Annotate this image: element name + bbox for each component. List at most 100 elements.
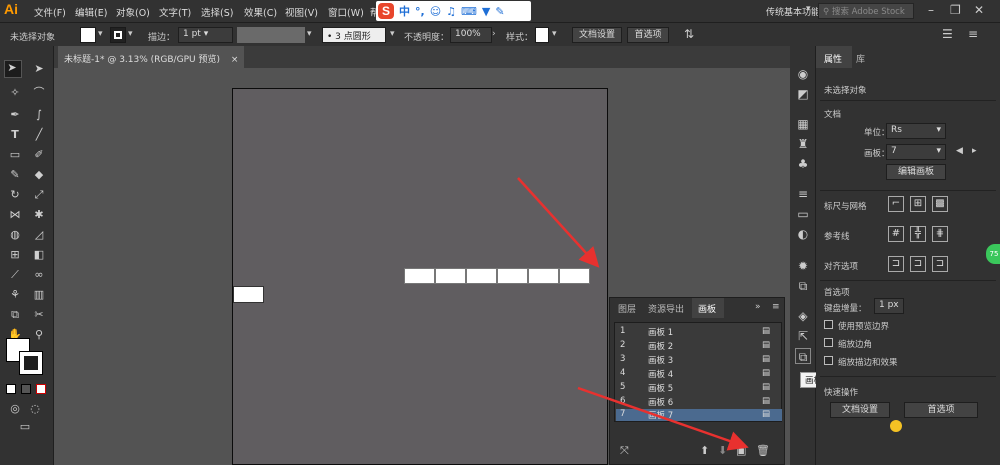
selection-tool[interactable]: ➤ (4, 60, 22, 78)
artboard-options-icon[interactable]: ▤ (762, 354, 770, 364)
chevron-down-icon[interactable]: ▾ (98, 29, 103, 39)
shape-builder-icon[interactable]: ◍ (8, 228, 22, 242)
chevron-down-icon[interactable]: ▾ (806, 4, 811, 14)
keyboard-icon[interactable]: ⌨ (461, 5, 477, 18)
list-item[interactable]: 2 画板 2 ▤ (616, 340, 782, 352)
color-icon[interactable]: ◉ (795, 66, 811, 82)
rotate-icon[interactable]: ↻ (8, 188, 22, 202)
previous-artboard-icon[interactable]: ◀ (956, 146, 963, 156)
panel-menu-icon[interactable]: ≡ (968, 27, 978, 41)
line-icon[interactable]: ╱ (32, 128, 46, 142)
artboard-cell[interactable] (466, 268, 497, 284)
gradient-panel-icon[interactable]: ▭ (795, 206, 811, 222)
tab-libraries[interactable]: 库 (856, 52, 865, 65)
pen-icon[interactable]: ✒ (8, 108, 22, 122)
type-icon[interactable]: T (8, 128, 22, 142)
emoji-icon[interactable]: ☺ (430, 5, 441, 18)
graphic-style-swatch[interactable] (535, 27, 549, 43)
ime-toolbar[interactable]: S 中 °, ☺ ♫ ⌨ ▼ ✎ (376, 1, 531, 21)
width-icon[interactable]: ⋈ (8, 208, 22, 222)
preview-bounds-checkbox[interactable] (824, 320, 833, 329)
blend-icon[interactable]: ∞ (32, 268, 46, 282)
transparency-grid-icon[interactable]: ▩ (932, 196, 948, 212)
artboard-cell[interactable] (559, 268, 590, 284)
menu-window[interactable]: 窗口(W) (328, 5, 364, 19)
artboard-cell[interactable] (497, 268, 528, 284)
brush-definition[interactable]: • 3 点圆形 (322, 27, 386, 43)
screen-mode-icon[interactable]: ▭ (18, 420, 32, 434)
microphone-icon[interactable]: ♫ (446, 5, 456, 18)
expand-icon[interactable]: » (755, 302, 761, 312)
gradient-mode-icon[interactable] (21, 384, 31, 394)
list-item-selected[interactable]: 7 画板 7 ▤ (616, 409, 782, 421)
artboard-options-icon[interactable]: ▤ (762, 340, 770, 350)
close-icon[interactable]: × (231, 55, 239, 65)
eraser-icon[interactable]: ◆ (32, 168, 46, 182)
shaper-icon[interactable]: ✎ (8, 168, 22, 182)
mesh-icon[interactable]: ⊞ (8, 248, 22, 262)
stroke-color-swatch[interactable] (19, 351, 43, 375)
document-setup-button[interactable]: 文档设置 (830, 402, 890, 418)
skin-icon[interactable]: ▼ (482, 5, 490, 18)
artboard-thumbnail[interactable] (233, 286, 264, 303)
stock-search-input[interactable]: ⚲ 搜索 Adobe Stock (818, 3, 914, 19)
column-graph-icon[interactable]: ▥ (32, 288, 46, 302)
side-badge[interactable]: 75 (986, 244, 1000, 264)
artboard-cell[interactable] (435, 268, 466, 284)
artboard-select[interactable]: 7 ▾ (886, 144, 946, 160)
appearance-icon[interactable]: ✹ (795, 258, 811, 274)
chevron-down-icon[interactable]: ▾ (307, 29, 312, 39)
export-icon[interactable]: ⇱ (795, 328, 811, 344)
move-up-icon[interactable]: ⬆ (700, 444, 709, 457)
menu-view[interactable]: 视图(V) (285, 5, 318, 19)
fill-swatch[interactable] (80, 27, 96, 43)
new-artboard-icon[interactable]: ▣ (736, 444, 746, 457)
smart-guides-icon[interactable]: ⋕ (932, 226, 948, 242)
next-artboard-icon[interactable]: ▸ (972, 146, 977, 156)
magic-wand-icon[interactable]: ✧ (8, 86, 22, 100)
layers-icon[interactable]: ◈ (795, 308, 811, 324)
close-icon[interactable]: ✕ (974, 3, 984, 17)
guides-icon[interactable]: # (888, 226, 904, 242)
arrange-documents-icon[interactable]: ⇅ (684, 27, 694, 41)
document-setup-button[interactable]: 文档设置 (572, 27, 622, 43)
color-mode-icon[interactable] (6, 384, 16, 394)
lightbulb-icon[interactable] (890, 420, 902, 432)
tab-properties[interactable]: 属性 (824, 52, 842, 65)
rearrange-icon[interactable]: ⤧ (620, 444, 629, 458)
rectangle-icon[interactable]: ▭ (8, 148, 22, 162)
wrench-icon[interactable]: ✎ (495, 5, 504, 18)
swatches-icon[interactable]: ▦ (795, 116, 811, 132)
trash-icon[interactable]: 🗑 (756, 444, 770, 457)
perspective-grid-icon[interactable]: ◿ (32, 228, 46, 242)
punctuation-icon[interactable]: °, (415, 5, 425, 18)
units-select[interactable]: Rs ▾ (886, 123, 946, 139)
symbols-icon[interactable]: ♣ (795, 156, 811, 172)
symbol-sprayer-icon[interactable]: ⚘ (8, 288, 22, 302)
menu-edit[interactable]: 编辑(E) (75, 5, 107, 19)
scale-strokes-checkbox[interactable] (824, 356, 833, 365)
chevron-down-icon[interactable]: ▾ (128, 29, 133, 39)
variable-width-profile[interactable] (237, 27, 305, 43)
stroke-swatch[interactable] (110, 27, 126, 43)
chevron-down-icon[interactable]: ▾ (552, 29, 557, 39)
stroke-weight-field[interactable]: 1 pt ▾ (178, 27, 233, 43)
artboard-options-icon[interactable]: ▤ (762, 396, 770, 406)
tab-asset-export[interactable]: 资源导出 (648, 302, 684, 315)
preferences-button[interactable]: 首选项 (904, 402, 978, 418)
gradient-icon[interactable]: ◧ (32, 248, 46, 262)
paintbrush-icon[interactable]: ✐ (32, 148, 46, 162)
brushes-icon[interactable]: ♜ (795, 136, 811, 152)
lock-guides-icon[interactable]: ╬ (910, 226, 926, 242)
artboard-cell[interactable] (528, 268, 559, 284)
restore-icon[interactable]: ❐ (950, 3, 961, 17)
scale-icon[interactable]: ⤢ (32, 188, 46, 202)
artboard-options-icon[interactable]: ▤ (762, 382, 770, 392)
list-item[interactable]: 3 画板 3 ▤ (616, 354, 782, 366)
menu-effect[interactable]: 效果(C) (244, 5, 277, 19)
snap-grid-icon[interactable]: ⊐ (932, 256, 948, 272)
align-icon[interactable]: ☰ (942, 27, 953, 41)
ime-language[interactable]: 中 (399, 3, 410, 19)
zoom-icon[interactable]: ⚲ (32, 328, 46, 342)
panel-menu-icon[interactable]: ≡ (772, 302, 780, 312)
